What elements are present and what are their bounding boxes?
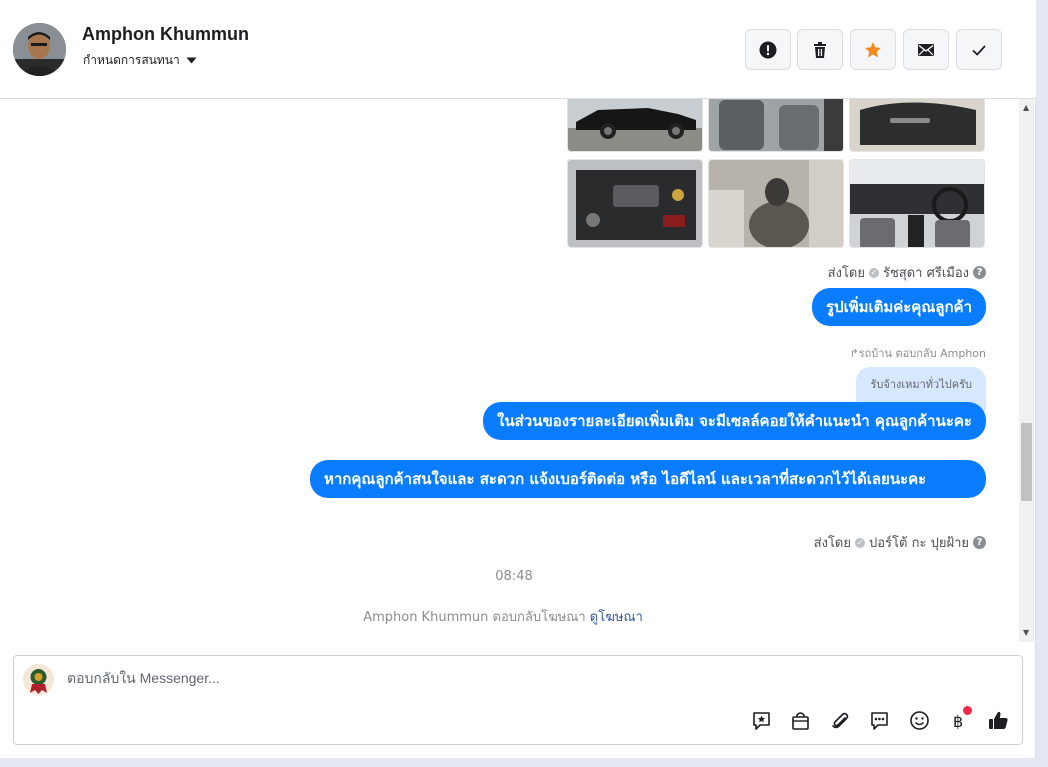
trash-icon [814,41,826,58]
notification-dot [963,706,972,715]
sent-by-agent: ปอร์โต้ กะ ปุยฝ้าย [869,536,969,551]
sent-by-info: ส่งโดย ✓ ปอร์โต้ กะ ปุยฝ้าย ? [814,532,986,553]
reply-arrow-icon: ↱ [849,347,859,360]
payment-button[interactable]: ฿ [947,706,972,732]
assign-conversation-dropdown[interactable]: กำหนดการสนทนา [83,51,197,70]
message-composer: ฿ [13,655,1023,745]
ad-reply-notice: Amphon Khummun ตอบกลับโฆษณา ดูโฆษณา [0,606,1006,627]
reply-label-text: รถบ้าน ตอบกลับ Amphon [858,347,986,360]
scrollbar-thumb[interactable] [1021,423,1032,501]
checkmark-icon [972,44,986,56]
conversation-panel: Amphon Khummun กำหนดการสนทนา ส่งโดย ✓ รั… [0,0,1036,758]
exclamation-circle-icon [759,41,777,58]
star-icon [865,41,881,57]
reply-input[interactable] [67,670,967,686]
car-photo-exterior[interactable] [567,99,703,152]
saved-reply-icon [752,711,770,730]
scroll-up-arrow-icon[interactable]: ▲ [1023,104,1029,112]
message-timestamp: 08:48 [495,569,533,584]
reply-indicator: ↱รถบ้าน ตอบกลับ Amphon [850,344,986,362]
car-photo-gearshift[interactable] [708,159,844,248]
thumbs-up-icon [988,711,1008,729]
conversation-header: Amphon Khummun กำหนดการสนทนา [0,0,1036,99]
report-button[interactable] [745,29,791,70]
emoji-button[interactable] [907,708,931,732]
page-avatar [23,664,54,695]
help-icon[interactable]: ? [973,266,986,279]
scroll-down-arrow-icon[interactable]: ▼ [1023,629,1029,637]
contact-avatar[interactable] [13,23,66,76]
like-button[interactable] [986,708,1010,732]
caret-down-icon [186,57,197,64]
verified-check-icon: ✓ [868,267,879,278]
chat-bubble-icon [870,711,888,730]
delete-button[interactable] [797,29,843,70]
quick-replies-button[interactable] [867,708,891,732]
message-thread[interactable]: ส่งโดย ✓ รัชสุดา ศรีเมือง ? รูปเพิ่มเติม… [0,99,1036,642]
sent-by-prefix: ส่งโดย [827,266,865,281]
ad-reply-text: Amphon Khummun ตอบกลับโฆษณา [363,610,586,625]
saved-reply-button[interactable] [749,708,773,732]
sent-by-info: ส่งโดย ✓ รัชสุดา ศรีเมือง ? [828,262,986,283]
car-photo-dashboard[interactable] [849,159,985,248]
car-photo-door[interactable] [849,99,985,152]
help-icon[interactable]: ? [973,536,986,549]
envelope-icon [918,43,934,56]
shop-bag-icon [791,711,809,730]
thread-scrollbar[interactable]: ▲ ▼ [1019,99,1034,642]
mark-done-button[interactable] [956,29,1002,70]
car-photo-engine[interactable] [567,159,703,248]
paperclip-icon [831,712,848,728]
verified-check-icon: ✓ [855,537,865,548]
message-bubble[interactable]: หากคุณลูกค้าสนใจและ สะดวก แจ้งเบอร์ติดต่… [310,460,986,498]
car-photo-seats[interactable] [708,99,844,152]
attach-button[interactable] [828,708,852,732]
emoji-icon [909,710,929,730]
contact-name[interactable]: Amphon Khummun [82,24,249,45]
shop-button[interactable] [788,708,812,732]
message-bubble[interactable]: ในส่วนของรายละเอียดเพิ่มเติม จะมีเซลล์คอ… [483,402,986,440]
svg-text:฿: ฿ [953,712,963,731]
mark-unread-button[interactable] [903,29,949,70]
star-button[interactable] [850,29,896,70]
view-ad-link[interactable]: ดูโฆษณา [590,610,643,625]
sent-by-prefix: ส่งโดย [813,536,851,551]
message-bubble[interactable]: รูปเพิ่มเติมค่ะคุณลูกค้า [811,288,986,326]
assign-label: กำหนดการสนทนา [83,53,180,67]
sent-by-agent: รัชสุดา ศรีเมือง [882,266,969,281]
